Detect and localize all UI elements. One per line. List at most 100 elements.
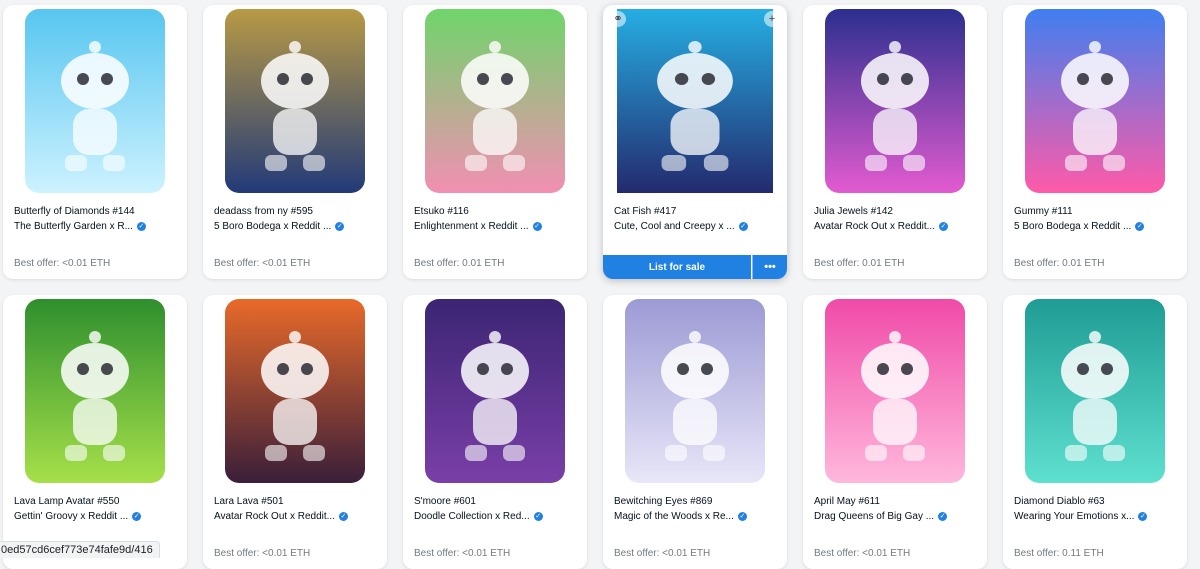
- best-offer: Best offer: 0.01 ETH: [814, 258, 905, 269]
- nft-collection[interactable]: Gettin' Groovy x Reddit ... ✓: [14, 510, 182, 523]
- nft-collection[interactable]: Drag Queens of Big Gay ... ✓: [814, 510, 982, 523]
- list-for-sale-button[interactable]: List for sale: [603, 255, 751, 279]
- nft-name[interactable]: Cat Fish #417: [614, 205, 780, 218]
- nft-collection[interactable]: 5 Boro Bodega x Reddit ... ✓: [214, 220, 382, 233]
- verified-badge-icon: ✓: [532, 222, 542, 231]
- best-offer: Best offer: <0.01 ETH: [414, 548, 511, 559]
- nft-card[interactable]: Butterfly of Diamonds #144 The Butterfly …: [3, 5, 187, 279]
- nft-artwork: [825, 299, 965, 483]
- nft-card[interactable]: S'moore #601 Doodle Collection x Red... ✓ B…: [403, 295, 587, 569]
- nft-artwork: [25, 299, 165, 483]
- nft-artwork: [1025, 299, 1165, 483]
- nft-image-area[interactable]: [3, 295, 187, 483]
- nft-name[interactable]: Diamond Diablo #63: [1014, 495, 1180, 508]
- best-offer: Best offer: <0.01 ETH: [14, 258, 111, 269]
- nft-card[interactable]: Bewitching Eyes #869 Magic of the Woods x…: [603, 295, 787, 569]
- nft-image: [25, 299, 165, 483]
- nft-image-area[interactable]: [803, 5, 987, 193]
- verified-badge-icon: ✓: [737, 512, 747, 521]
- nft-image-area[interactable]: [1003, 295, 1187, 483]
- nft-name[interactable]: Etsuko #116: [414, 205, 580, 218]
- nft-image: [25, 9, 165, 193]
- nft-artwork: [1025, 9, 1165, 193]
- best-offer: Best offer: 0.11 ETH: [1014, 548, 1104, 559]
- nft-collection[interactable]: Avatar Rock Out x Reddit... ✓: [214, 510, 382, 523]
- best-offer: Best offer: 0.01 ETH: [414, 258, 505, 269]
- nft-collection[interactable]: Doodle Collection x Red... ✓: [414, 510, 582, 523]
- collection-name: Drag Queens of Big Gay ...: [814, 511, 935, 522]
- nft-image: [425, 9, 565, 193]
- nft-artwork: [825, 9, 965, 193]
- verified-badge-icon: ✓: [938, 512, 948, 521]
- nft-collection[interactable]: Magic of the Woods x Re... ✓: [614, 510, 782, 523]
- verified-badge-icon: ✓: [738, 222, 748, 231]
- collection-name: 5 Boro Bodega x Reddit ...: [214, 221, 332, 232]
- verified-badge-icon: ✓: [335, 222, 345, 231]
- nft-image-area[interactable]: [3, 5, 187, 193]
- best-offer: Best offer: <0.01 ETH: [214, 258, 311, 269]
- nft-card[interactable]: Diamond Diablo #63 Wearing Your Emotions …: [1003, 295, 1187, 569]
- nft-image-area[interactable]: [403, 5, 587, 193]
- nft-name[interactable]: Gummy #111: [1014, 205, 1180, 218]
- link-icon[interactable]: ⚭: [610, 11, 626, 27]
- best-offer: Best offer: <0.01 ETH: [614, 548, 711, 559]
- nft-image: [225, 9, 365, 193]
- verified-badge-icon: ✓: [1135, 222, 1145, 231]
- verified-badge-icon: ✓: [938, 222, 948, 231]
- nft-name[interactable]: Butterfly of Diamonds #144: [14, 205, 180, 218]
- best-offer: Best offer: 0.01 ETH: [1014, 258, 1105, 269]
- collection-name: Magic of the Woods x Re...: [614, 511, 734, 522]
- nft-name[interactable]: Lava Lamp Avatar #550: [14, 495, 180, 508]
- nft-image: [1025, 9, 1165, 193]
- nft-card[interactable]: ⚭ + Cat Fish #417 Cute, Cool and Creepy x .…: [603, 5, 787, 279]
- nft-image-area[interactable]: [203, 5, 387, 193]
- nft-image: [625, 299, 765, 483]
- nft-artwork: [25, 9, 165, 193]
- nft-image-area[interactable]: [203, 295, 387, 483]
- nft-name[interactable]: deadass from ny #595: [214, 205, 380, 218]
- nft-artwork: [225, 9, 365, 193]
- nft-card[interactable]: Gummy #111 5 Boro Bodega x Reddit ... ✓ Bes…: [1003, 5, 1187, 279]
- verified-badge-icon: ✓: [136, 222, 146, 231]
- plus-icon[interactable]: +: [764, 11, 780, 27]
- nft-image-area[interactable]: [603, 5, 787, 193]
- verified-badge-icon: ✓: [338, 512, 348, 521]
- collection-name: Gettin' Groovy x Reddit ...: [14, 511, 129, 522]
- nft-image: [825, 299, 965, 483]
- nft-card[interactable]: Julia Jewels #142 Avatar Rock Out x Reddi…: [803, 5, 987, 279]
- status-bar-url: 0ed57cd6cef773e74fafe9d/416: [0, 541, 160, 558]
- nft-image-area[interactable]: [603, 295, 787, 483]
- nft-image: [617, 9, 773, 193]
- collection-name: Avatar Rock Out x Reddit...: [214, 511, 335, 522]
- nft-image: [425, 299, 565, 483]
- nft-card[interactable]: Lara Lava #501 Avatar Rock Out x Reddit..…: [203, 295, 387, 569]
- nft-name[interactable]: Lara Lava #501: [214, 495, 380, 508]
- nft-collection[interactable]: Enlightenment x Reddit ... ✓: [414, 220, 582, 233]
- nft-image: [225, 299, 365, 483]
- nft-artwork: [617, 9, 773, 193]
- nft-collection[interactable]: The Butterfly Garden x R... ✓: [14, 220, 182, 233]
- collection-name: The Butterfly Garden x R...: [14, 221, 133, 232]
- nft-collection[interactable]: Avatar Rock Out x Reddit... ✓: [814, 220, 982, 233]
- nft-card[interactable]: April May #611 Drag Queens of Big Gay ...…: [803, 295, 987, 569]
- nft-card[interactable]: Lava Lamp Avatar #550 Gettin' Groovy x Re…: [3, 295, 187, 569]
- nft-image-area[interactable]: [1003, 5, 1187, 193]
- nft-name[interactable]: Bewitching Eyes #869: [614, 495, 780, 508]
- nft-image: [1025, 299, 1165, 483]
- nft-collection[interactable]: Cute, Cool and Creepy x ... ✓: [614, 220, 782, 233]
- nft-card[interactable]: Etsuko #116 Enlightenment x Reddit ... ✓ Be…: [403, 5, 587, 279]
- nft-name[interactable]: April May #611: [814, 495, 980, 508]
- collection-name: 5 Boro Bodega x Reddit ...: [1014, 221, 1132, 232]
- nft-artwork: [425, 299, 565, 483]
- nft-image-area[interactable]: [403, 295, 587, 483]
- nft-artwork: [425, 9, 565, 193]
- nft-collection[interactable]: 5 Boro Bodega x Reddit ... ✓: [1014, 220, 1182, 233]
- nft-name[interactable]: Julia Jewels #142: [814, 205, 980, 218]
- more-options-button[interactable]: •••: [752, 255, 787, 279]
- nft-collection[interactable]: Wearing Your Emotions x... ✓: [1014, 510, 1182, 523]
- collection-name: Avatar Rock Out x Reddit...: [814, 221, 935, 232]
- best-offer: Best offer: <0.01 ETH: [814, 548, 911, 559]
- nft-name[interactable]: S'moore #601: [414, 495, 580, 508]
- nft-card[interactable]: deadass from ny #595 5 Boro Bodega x Redd…: [203, 5, 387, 279]
- nft-image-area[interactable]: [803, 295, 987, 483]
